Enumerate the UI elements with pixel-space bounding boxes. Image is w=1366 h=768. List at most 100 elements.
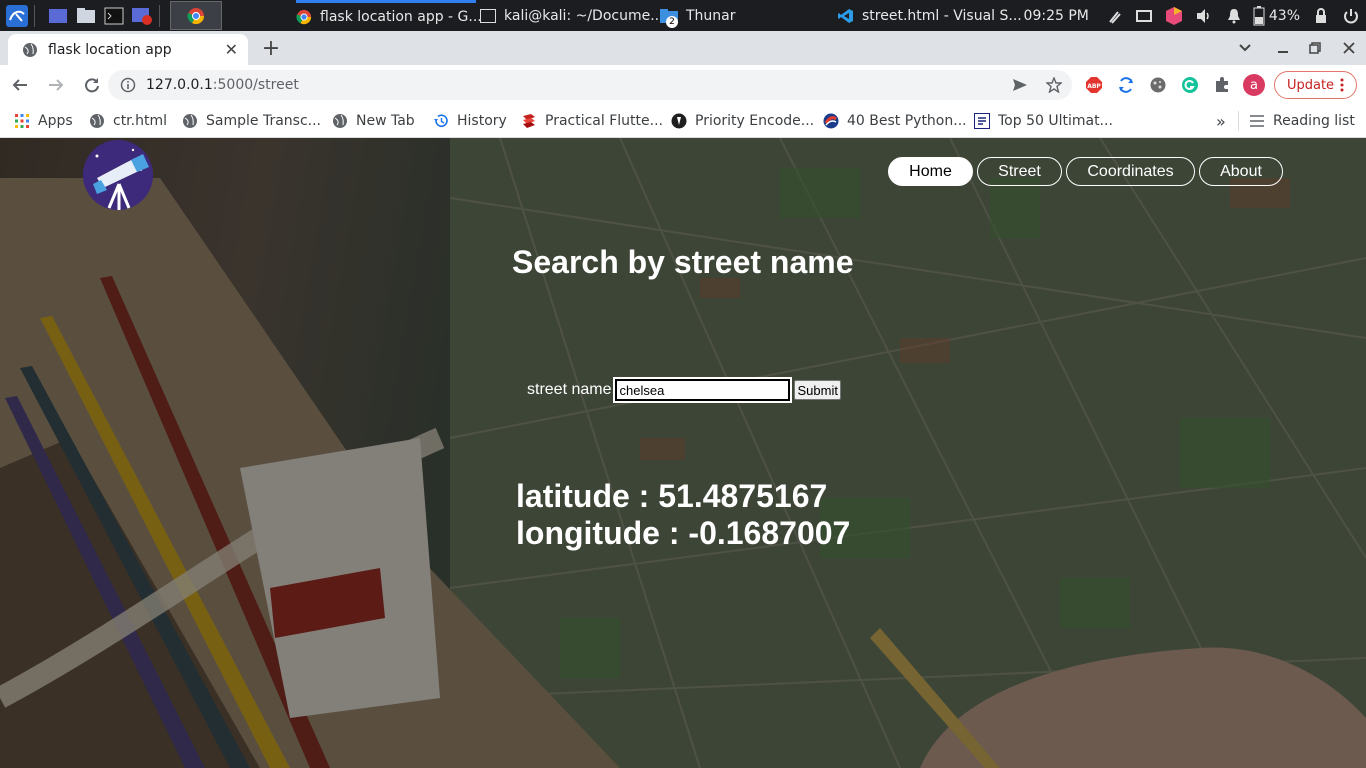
bookmark-history[interactable]: History: [433, 105, 507, 137]
bookmark-40-best-python[interactable]: 40 Best Python...: [823, 105, 967, 137]
apps-grid-icon: [14, 113, 30, 129]
browser-toolbar: 127.0.0.1:5000/street ABP a Update: [0, 65, 1366, 105]
grammarly-icon[interactable]: [1174, 65, 1206, 105]
nav-home[interactable]: Home: [888, 157, 973, 186]
reading-list-button[interactable]: Reading list: [1238, 111, 1355, 131]
task-terminal[interactable]: kali@kali: ~/Docume...: [480, 0, 664, 31]
os-taskbar: flask location app - G... kali@kali: ~/D…: [0, 0, 1366, 31]
clock[interactable]: 09:25 PM: [1024, 8, 1089, 24]
street-name-label: street name: [527, 381, 612, 398]
lock-icon[interactable]: [1306, 0, 1336, 31]
street-search-form: street name Submit: [527, 377, 841, 403]
abp-label: ABP: [1087, 83, 1101, 90]
task-count-badge: 2: [666, 15, 678, 28]
kali-menu-icon[interactable]: [6, 4, 28, 27]
bookmark-practical-flutter[interactable]: Practical Flutte...: [521, 105, 663, 137]
forward-arrow-icon: [49, 79, 64, 91]
battery-percent: 43%: [1268, 7, 1300, 24]
maximize-icon[interactable]: [1300, 31, 1330, 65]
bookmark-label: Practical Flutte...: [545, 113, 663, 129]
tab-search-icon[interactable]: [1230, 31, 1260, 65]
telescope-icon: [83, 140, 153, 210]
globe-icon: [22, 42, 38, 58]
sync-extension-icon[interactable]: [1110, 65, 1142, 105]
address-bar[interactable]: 127.0.0.1:5000/street: [108, 70, 1072, 100]
bookmark-label: 40 Best Python...: [847, 113, 967, 129]
update-label: Update: [1286, 77, 1335, 93]
reading-list-label: Reading list: [1273, 113, 1355, 129]
bookmark-label: ctr.html: [113, 113, 167, 129]
bookmark-new-tab[interactable]: New Tab: [332, 105, 415, 137]
profile-initial: a: [1243, 74, 1265, 96]
bookmark-label: Priority Encode...: [695, 113, 815, 129]
tab-title: flask location app: [48, 41, 172, 58]
taskbar-separator: [159, 4, 160, 27]
task-chrome[interactable]: flask location app - G...: [296, 0, 482, 31]
chrome-launcher-icon[interactable]: [170, 1, 222, 30]
terminal-icon[interactable]: [103, 5, 125, 27]
new-tab-button[interactable]: +: [258, 35, 284, 61]
bookmark-ctr-html[interactable]: ctr.html: [89, 105, 167, 137]
submit-button[interactable]: Submit: [794, 380, 841, 400]
nav-about[interactable]: About: [1199, 157, 1283, 186]
screen-recorder-icon[interactable]: [131, 5, 153, 27]
tab-flask-location-app[interactable]: flask location app ✕: [8, 34, 248, 65]
battery-icon: [1253, 5, 1265, 26]
latitude-result: latitude : 51.4875167: [516, 478, 828, 514]
bookmark-label: Top 50 Ultimat...: [998, 113, 1113, 129]
power-icon[interactable]: [1336, 0, 1366, 31]
battery-indicator[interactable]: 43%: [1249, 0, 1300, 31]
app-tray-icon[interactable]: [1159, 0, 1189, 31]
bookmark-star-icon[interactable]: [1046, 77, 1062, 93]
bookmark-top-50[interactable]: Top 50 Ultimat...: [974, 105, 1113, 137]
page-heading: Search by street name: [512, 244, 854, 280]
task-label: flask location app - G...: [320, 9, 482, 25]
bookmark-label: New Tab: [356, 113, 415, 129]
bookmark-sample-transc[interactable]: Sample Transc...: [182, 105, 321, 137]
site-info-icon[interactable]: [120, 77, 136, 93]
bookmark-apps[interactable]: Apps: [14, 105, 73, 137]
book-icon: [521, 113, 537, 129]
workspace-icon[interactable]: [47, 5, 69, 27]
site-logo-icon: [823, 113, 839, 129]
notification-bell-icon[interactable]: [1219, 0, 1249, 31]
task-thunar[interactable]: 2 Thunar: [660, 0, 736, 31]
clipboard-icon[interactable]: [1099, 0, 1129, 31]
back-arrow-icon: [12, 79, 27, 91]
send-to-device-icon[interactable]: [1012, 77, 1028, 93]
task-label: street.html - Visual S...: [862, 7, 1022, 24]
close-window-icon[interactable]: [1334, 31, 1364, 65]
close-tab-icon[interactable]: ✕: [225, 40, 238, 59]
file-manager-icon[interactable]: [75, 5, 97, 27]
web-page: Home Street Coordinates About Search by …: [0, 138, 1366, 768]
background-overlay: [0, 138, 1366, 768]
tab-strip: flask location app ✕ +: [0, 31, 1366, 65]
forward-button[interactable]: [40, 69, 72, 101]
display-icon[interactable]: [1129, 0, 1159, 31]
more-menu-icon: [1340, 78, 1344, 92]
extensions-puzzle-icon[interactable]: [1206, 65, 1238, 105]
update-button[interactable]: Update: [1274, 71, 1357, 99]
reload-button[interactable]: [76, 69, 108, 101]
more-bookmarks-icon: »: [1216, 111, 1226, 131]
nav-street[interactable]: Street: [977, 157, 1062, 186]
globe-icon: [332, 113, 348, 129]
street-name-input[interactable]: [613, 377, 793, 403]
telescope-logo[interactable]: [83, 140, 153, 210]
minimize-icon[interactable]: [1268, 31, 1298, 65]
url-host: 127.0.0.1: [146, 77, 213, 93]
chrome-icon: [296, 9, 312, 25]
volume-icon[interactable]: [1189, 0, 1219, 31]
profile-avatar[interactable]: a: [1238, 65, 1270, 105]
site-logo-icon: [974, 113, 990, 129]
reload-icon: [85, 78, 99, 93]
nav-coordinates[interactable]: Coordinates: [1066, 157, 1195, 186]
cookie-extension-icon[interactable]: [1142, 65, 1174, 105]
folder-icon: 2: [660, 8, 678, 28]
back-button[interactable]: [4, 69, 36, 101]
adblock-plus-icon[interactable]: ABP: [1078, 65, 1110, 105]
more-bookmarks-button[interactable]: »: [1216, 105, 1226, 137]
bookmark-label: History: [457, 113, 507, 129]
task-vscode[interactable]: street.html - Visual S...: [838, 0, 1022, 31]
bookmark-priority-encoder[interactable]: Priority Encode...: [671, 105, 814, 137]
